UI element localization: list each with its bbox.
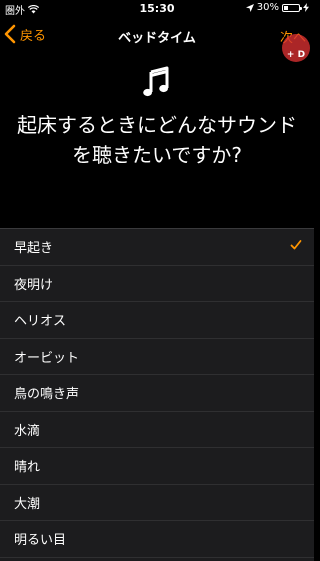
sound-label: ヘリオス xyxy=(14,314,67,330)
page-title: ベッドタイム xyxy=(118,31,196,46)
sound-label: 水滴 xyxy=(14,423,41,439)
checkmark-icon xyxy=(290,240,302,250)
navigation-bar: 戻る ベッドタイム 次へ + D xyxy=(0,18,314,62)
sound-label: 晴れ xyxy=(14,460,41,476)
status-right: 30% xyxy=(245,2,309,13)
battery-percent: 30% xyxy=(256,2,279,13)
list-item[interactable]: 晴れ xyxy=(0,448,314,485)
battery-fill xyxy=(284,5,288,10)
question-section: 起床するときにどんなサウンドを聴きたいですか? xyxy=(0,52,314,228)
location-arrow-icon xyxy=(245,3,254,12)
music-note-icon xyxy=(143,66,169,97)
sound-label: 大潮 xyxy=(14,496,41,512)
list-item[interactable]: 明るい目 xyxy=(0,521,314,558)
list-item[interactable]: 鳥の鳴き声 xyxy=(0,375,314,412)
charging-bolt-icon xyxy=(303,3,309,12)
list-item[interactable]: 大潮 xyxy=(0,485,314,521)
list-item[interactable]: 早起き xyxy=(0,229,314,266)
sound-label: 鳥の鳴き声 xyxy=(14,387,80,403)
list-item[interactable]: オービット xyxy=(0,339,314,375)
sound-label: 夜明け xyxy=(14,277,54,293)
list-item[interactable]: ヘリオス xyxy=(0,302,314,339)
sound-label: 早起き xyxy=(14,241,54,257)
sound-list: 早起き 夜明け ヘリオス オービット 鳥の鳴き声 水滴 晴れ 大潮 明るい目 xyxy=(0,228,314,561)
battery-icon xyxy=(282,3,302,12)
status-bar: 圏外 15:30 30% xyxy=(0,0,314,18)
sound-label: 明るい目 xyxy=(14,533,67,549)
question-text: 起床するときにどんなサウンドを聴きたいですか? xyxy=(17,113,297,167)
list-item[interactable]: 夜明け xyxy=(0,266,314,302)
sound-label: オービット xyxy=(14,350,80,366)
list-item[interactable]: 水滴 xyxy=(0,412,314,448)
